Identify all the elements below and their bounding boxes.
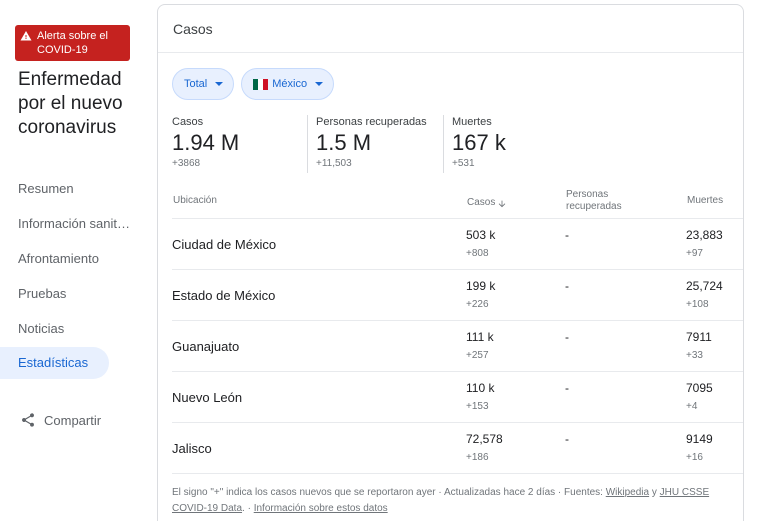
row-cases-delta: +808: [466, 248, 489, 259]
wikipedia-link[interactable]: Wikipedia: [606, 487, 649, 498]
sidebar-item-pruebas[interactable]: Pruebas: [0, 276, 130, 311]
location-filter-label: México: [272, 78, 308, 90]
sidebar-nav: Resumen Información sanitaria Afrontamie…: [0, 171, 150, 379]
caret-down-icon: [315, 82, 324, 86]
row-cases-delta: +226: [466, 299, 489, 310]
footnote-text: El signo "+" indica los casos nuevos que…: [172, 487, 603, 498]
row-cases-delta: +186: [466, 452, 489, 463]
table-header: Ubicación Casos Personas recuperadas Mue…: [172, 185, 743, 219]
location-filter-chip[interactable]: México: [241, 68, 335, 100]
mexico-flag-icon: [253, 78, 269, 90]
row-recovered: -: [565, 228, 569, 242]
cases-table: Ubicación Casos Personas recuperadas Mue…: [172, 185, 743, 474]
row-location: Jalisco: [172, 441, 212, 456]
caret-down-icon: [215, 82, 224, 86]
row-recovered: -: [565, 432, 569, 446]
row-cases: 503 k: [466, 228, 496, 242]
footnote-separator: . ·: [242, 503, 251, 514]
row-location: Guanajuato: [172, 339, 240, 354]
warning-icon: [20, 31, 32, 41]
alert-label: Alerta sobre el COVID-19: [37, 30, 108, 56]
header-deaths[interactable]: Muertes: [687, 195, 723, 206]
row-recovered: -: [565, 381, 569, 395]
row-location: Nuevo León: [172, 390, 243, 405]
table-row[interactable]: Guanajuato 111 k +257 - 7911 +33: [172, 321, 743, 372]
row-location: Estado de México: [172, 288, 276, 303]
metric-filter-chip[interactable]: Total: [172, 68, 235, 100]
table-row[interactable]: Jalisco 72,578 +186 - 9149 +16: [172, 423, 743, 474]
row-recovered: -: [565, 279, 569, 293]
row-deaths-delta: +108: [686, 299, 709, 310]
footnote: El signo "+" indica los casos nuevos que…: [172, 485, 732, 517]
row-deaths: 25,724: [686, 279, 723, 293]
metric-filter-label: Total: [184, 78, 208, 90]
row-deaths: 23,883: [686, 228, 723, 242]
row-cases: 110 k: [466, 381, 495, 395]
row-cases: 111 k: [466, 330, 494, 344]
row-deaths-delta: +33: [686, 350, 703, 361]
footnote-and: y: [651, 487, 657, 498]
sidebar-item-noticias[interactable]: Noticias: [0, 311, 130, 346]
row-cases-delta: +257: [466, 350, 489, 361]
stat-label: Muertes: [452, 116, 492, 128]
row-deaths-delta: +4: [686, 401, 698, 412]
stat-value: 167 k: [452, 130, 506, 155]
share-icon: [21, 413, 35, 427]
stat-deaths: Muertes 167 k +531: [443, 115, 563, 173]
stat-label: Casos: [172, 116, 204, 128]
header-cases[interactable]: Casos: [467, 195, 507, 209]
row-recovered: -: [565, 330, 569, 344]
row-cases: 199 k: [466, 279, 496, 293]
filter-chips: Total México: [172, 68, 335, 100]
sidebar-item-informacion-sanitaria[interactable]: Información sanitaria: [0, 206, 130, 241]
stat-delta: +531: [452, 158, 475, 169]
summary-stats: Casos 1.94 M +3868 Personas recuperadas …: [172, 115, 563, 173]
card-title: Casos: [158, 5, 743, 53]
table-row[interactable]: Nuevo León 110 k +153 - 7095 +4: [172, 372, 743, 423]
header-location[interactable]: Ubicación: [173, 195, 217, 206]
arrow-down-icon: [499, 200, 506, 208]
stat-value: 1.94 M: [172, 130, 240, 155]
stat-cases: Casos 1.94 M +3868: [172, 115, 307, 173]
sidebar-title: Enfermedad por el nuevo coronavirus: [18, 69, 123, 138]
stat-recovered: Personas recuperadas 1.5 M +11,503: [307, 115, 443, 173]
table-row[interactable]: Ciudad de México 503 k +808 - 23,883 +97: [172, 219, 743, 270]
sidebar-item-estadisticas[interactable]: Estadísticas: [0, 347, 109, 379]
stat-value: 1.5 M: [316, 130, 372, 155]
row-location: Ciudad de México: [172, 237, 277, 252]
row-deaths: 9149: [686, 432, 713, 446]
share-label: Compartir: [44, 412, 102, 428]
stat-label: Personas recuperadas: [316, 116, 427, 128]
share-button[interactable]: Compartir: [20, 412, 101, 428]
covid-alert-badge[interactable]: Alerta sobre el COVID-19: [15, 25, 130, 61]
table-row[interactable]: Estado de México 199 k +226 - 25,724 +10…: [172, 270, 743, 321]
header-recovered[interactable]: Personas recuperadas: [566, 189, 646, 213]
row-cases: 72,578: [466, 432, 503, 446]
sidebar-item-resumen[interactable]: Resumen: [0, 171, 130, 206]
about-data-link[interactable]: Información sobre estos datos: [254, 503, 388, 514]
row-deaths-delta: +16: [686, 452, 703, 463]
row-deaths-delta: +97: [686, 248, 703, 259]
header-cases-label: Casos: [467, 196, 496, 208]
row-deaths: 7911: [686, 330, 712, 344]
stat-delta: +3868: [172, 158, 201, 169]
cases-card: Casos Total México Casos 1.94 M +3868 Pe…: [157, 4, 744, 521]
sidebar-item-afrontamiento[interactable]: Afrontamiento: [0, 241, 130, 276]
row-deaths: 7095: [686, 381, 713, 395]
stat-delta: +11,503: [316, 158, 352, 169]
row-cases-delta: +153: [466, 401, 489, 412]
